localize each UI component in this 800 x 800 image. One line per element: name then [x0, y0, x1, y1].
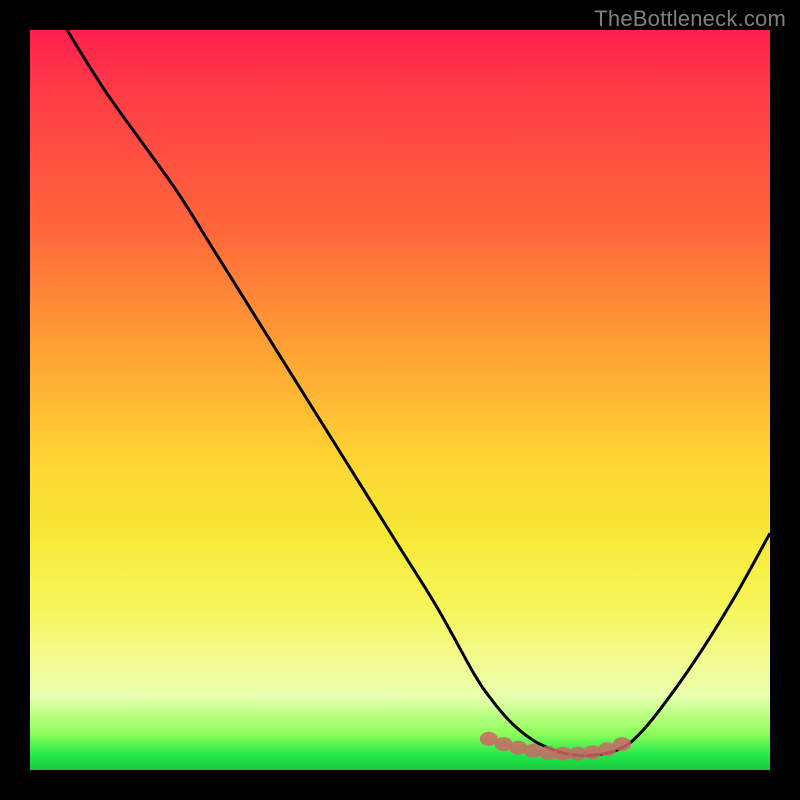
watermark-text: TheBottleneck.com [594, 6, 786, 32]
curve-layer [30, 30, 770, 770]
chart-frame: TheBottleneck.com [0, 0, 800, 800]
plot-area [30, 30, 770, 770]
valley-marker [613, 737, 631, 751]
main-curve [67, 30, 770, 755]
valley-markers [480, 732, 631, 761]
